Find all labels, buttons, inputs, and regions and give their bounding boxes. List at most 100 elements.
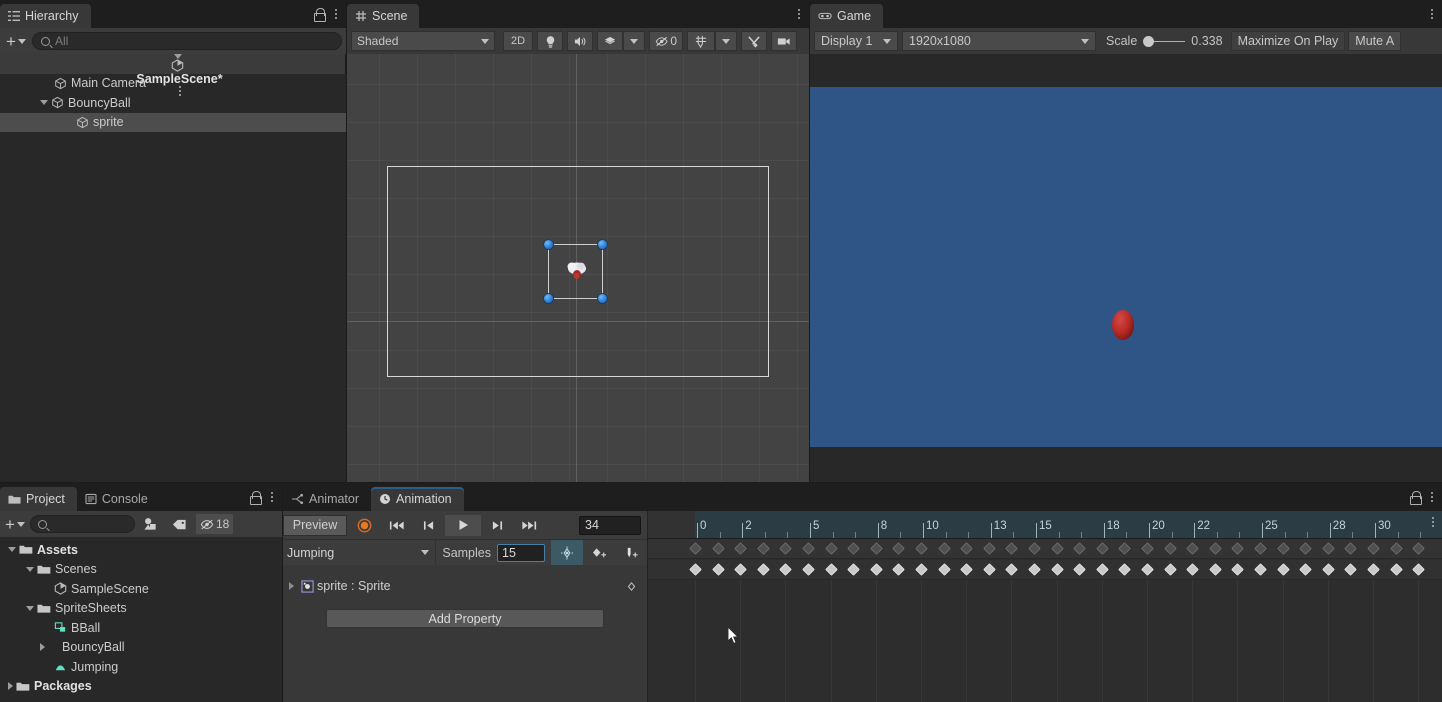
lock-icon[interactable] bbox=[1408, 490, 1422, 504]
animation-property-row[interactable]: sprite : Sprite bbox=[283, 575, 647, 597]
chevron-right-icon[interactable] bbox=[40, 643, 45, 651]
display-dropdown[interactable]: Display 1 bbox=[814, 31, 898, 51]
project-row-spritesheets[interactable]: SpriteSheets bbox=[0, 599, 282, 619]
first-frame-button[interactable] bbox=[381, 515, 413, 536]
hierarchy-menu-icon[interactable] bbox=[330, 6, 342, 22]
search-by-type-button[interactable] bbox=[138, 514, 164, 534]
current-frame-input[interactable]: 34 bbox=[579, 516, 641, 535]
key-diamond-small-icon[interactable] bbox=[626, 581, 637, 592]
last-frame-button[interactable] bbox=[513, 515, 545, 536]
add-property-button[interactable]: Add Property bbox=[326, 609, 604, 628]
add-event-button[interactable] bbox=[615, 540, 647, 565]
hierarchy-search-input[interactable]: All bbox=[32, 32, 342, 50]
hierarchy-tabfill bbox=[91, 4, 347, 28]
chevron-down-icon bbox=[421, 550, 429, 555]
selection-handle-tr[interactable] bbox=[598, 240, 607, 249]
timeline-tick-label: 8 bbox=[881, 520, 887, 532]
timeline-keyframe-area[interactable] bbox=[648, 539, 1442, 702]
tab-console[interactable]: Console bbox=[77, 487, 160, 511]
selection-handle-br[interactable] bbox=[598, 294, 607, 303]
search-icon bbox=[38, 520, 47, 529]
hierarchy-tabrow: Hierarchy bbox=[0, 0, 346, 28]
scene-fx-dropdown[interactable] bbox=[623, 31, 645, 51]
tab-game[interactable]: Game bbox=[810, 4, 883, 28]
chevron-down-icon[interactable] bbox=[26, 567, 34, 572]
tab-hierarchy[interactable]: Hierarchy bbox=[0, 4, 91, 28]
timeline-ruler[interactable]: 0258101315182022252830 bbox=[648, 511, 1442, 539]
scale-slider[interactable] bbox=[1143, 35, 1185, 47]
maximize-on-play-button[interactable]: Maximize On Play bbox=[1231, 31, 1346, 51]
play-button[interactable] bbox=[445, 515, 481, 536]
folder-icon bbox=[16, 681, 30, 692]
mute-audio-button[interactable]: Mute A bbox=[1348, 31, 1401, 51]
scene-grid-dropdown[interactable] bbox=[715, 31, 737, 51]
game-viewport[interactable] bbox=[810, 87, 1442, 447]
eye-off-icon bbox=[655, 36, 668, 47]
hierarchy-row-bouncyball[interactable]: BouncyBall bbox=[0, 93, 346, 113]
tab-animator[interactable]: Animator bbox=[283, 487, 371, 511]
tab-animation[interactable]: Animation bbox=[371, 487, 464, 511]
lightbulb-icon bbox=[544, 35, 557, 48]
hierarchy-row-sprite[interactable]: sprite bbox=[0, 113, 346, 133]
timeline-major-tick bbox=[1149, 523, 1150, 539]
effects-layers-icon bbox=[603, 35, 617, 48]
lock-icon[interactable] bbox=[312, 7, 326, 21]
tab-project[interactable]: Project bbox=[0, 487, 77, 511]
scene-grid-snap-toggle[interactable] bbox=[687, 31, 715, 51]
scene-menu-icon[interactable] bbox=[793, 6, 805, 22]
add-key-diamond-button[interactable] bbox=[583, 540, 615, 565]
project-row-bouncyball[interactable]: BouncyBall bbox=[0, 638, 282, 658]
animation-clip-toolbar: Jumping Samples 15 bbox=[283, 539, 647, 565]
tab-game-label: Game bbox=[837, 9, 871, 23]
tab-scene[interactable]: Scene bbox=[347, 4, 419, 28]
scene-tabrow: Scene bbox=[347, 0, 809, 28]
project-row-scenes[interactable]: Scenes bbox=[0, 560, 282, 580]
add-keyframe-button[interactable] bbox=[551, 540, 583, 565]
project-row-assets[interactable]: Assets bbox=[0, 540, 282, 560]
speaker-icon bbox=[573, 35, 587, 48]
scene-fx-toggle[interactable] bbox=[597, 31, 623, 51]
scale-slider-group[interactable]: Scale 0.338 bbox=[1106, 34, 1223, 48]
shading-mode-dropdown[interactable]: Shaded bbox=[351, 31, 495, 51]
project-hidden-toggle[interactable]: 18 bbox=[196, 514, 233, 534]
toggle-2d-button[interactable]: 2D bbox=[503, 31, 533, 51]
scene-camera-button[interactable] bbox=[771, 31, 797, 51]
chevron-down-icon[interactable] bbox=[40, 100, 48, 105]
project-row-samplescene[interactable]: SampleScene bbox=[0, 579, 282, 599]
project-row-packages[interactable]: Packages bbox=[0, 677, 282, 697]
gamepad-icon bbox=[818, 11, 832, 21]
prev-frame-button[interactable] bbox=[413, 515, 445, 536]
animation-menu-icon[interactable] bbox=[1426, 489, 1438, 505]
resolution-dropdown[interactable]: 1920x1080 bbox=[902, 31, 1096, 51]
lock-icon[interactable] bbox=[248, 490, 262, 504]
clip-dropdown[interactable]: Jumping bbox=[283, 542, 435, 563]
game-menu-icon[interactable] bbox=[1426, 6, 1438, 22]
samples-input[interactable]: 15 bbox=[497, 544, 545, 562]
preview-button[interactable]: Preview bbox=[283, 515, 347, 536]
scene-lighting-toggle[interactable] bbox=[537, 31, 563, 51]
hierarchy-add-button[interactable]: + bbox=[4, 33, 28, 50]
chevron-down-icon[interactable] bbox=[26, 606, 34, 611]
chevron-down-icon[interactable] bbox=[8, 547, 16, 552]
scene-viewport[interactable] bbox=[347, 54, 809, 482]
scene-tools-button[interactable] bbox=[741, 31, 767, 51]
project-row-label: Jumping bbox=[71, 660, 118, 674]
search-by-label-button[interactable] bbox=[167, 514, 193, 534]
record-button[interactable] bbox=[347, 515, 381, 536]
next-frame-button[interactable] bbox=[481, 515, 513, 536]
timeline-menu-icon[interactable] bbox=[1427, 514, 1439, 530]
project-search-input[interactable] bbox=[30, 515, 135, 533]
hierarchy-row-main-camera[interactable]: Main Camera bbox=[0, 74, 346, 94]
project-row-bball[interactable]: BBall bbox=[0, 618, 282, 638]
scene-visibility-toggle[interactable]: 0 bbox=[649, 31, 683, 51]
selection-handle-bl[interactable] bbox=[544, 294, 553, 303]
project-menu-icon[interactable] bbox=[266, 489, 278, 505]
project-add-button[interactable]: + bbox=[3, 516, 27, 533]
scene-audio-toggle[interactable] bbox=[567, 31, 593, 51]
hierarchy-row-samplescene[interactable]: SampleScene* bbox=[0, 54, 346, 74]
chevron-right-icon[interactable] bbox=[289, 582, 294, 590]
scale-slider-thumb[interactable] bbox=[1143, 36, 1154, 47]
chevron-right-icon[interactable] bbox=[8, 682, 13, 690]
project-row-jumping[interactable]: Jumping bbox=[0, 657, 282, 677]
selection-handle-tl[interactable] bbox=[544, 240, 553, 249]
